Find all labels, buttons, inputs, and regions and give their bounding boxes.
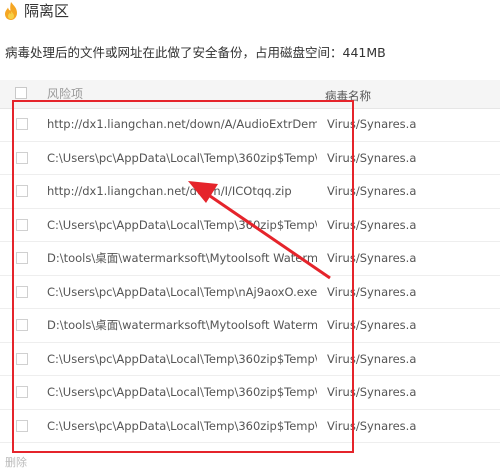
risk-item-path: D:\tools\桌面\watermarksoft\Mytoolsoft Wat… (47, 251, 317, 265)
virus-name: Virus/Synares.a (327, 117, 417, 131)
table-row[interactable]: C:\Users\pc\AppData\Local\Temp\360zip$Te… (0, 376, 500, 410)
virus-name: Virus/Synares.a (327, 318, 417, 332)
window-title: 隔离区 (24, 2, 70, 20)
delete-button[interactable]: 删除 (5, 456, 27, 470)
flame-icon (5, 2, 17, 20)
risk-item-path: http://dx1.liangchan.net/down/A/AudioExt… (47, 117, 317, 131)
virus-name: Virus/Synares.a (327, 251, 417, 265)
row-checkbox[interactable] (16, 252, 28, 264)
risk-item-path: C:\Users\pc\AppData\Local\Temp\360zip$Te… (47, 150, 317, 165)
risk-item-path: C:\Users\pc\AppData\Local\Temp\360zip$Te… (47, 217, 317, 232)
virus-name: Virus/Synares.a (327, 284, 417, 299)
row-checkbox[interactable] (16, 118, 28, 130)
risk-item-path: C:\Users\pc\AppData\Local\Temp\360zip$Te… (47, 418, 317, 433)
virus-name: Virus/Synares.a (327, 150, 417, 165)
row-checkbox[interactable] (16, 319, 28, 331)
virus-name: Virus/Synares.a (327, 184, 417, 198)
risk-item-path: http://dx1.liangchan.net/down/I/ICOtqq.z… (47, 184, 292, 198)
table-row[interactable]: D:\tools\桌面\watermarksoft\Mytoolsoft Wat… (0, 309, 500, 343)
risk-item-path: D:\tools\桌面\watermarksoft\Mytoolsoft Wat… (47, 318, 317, 332)
table-row[interactable]: C:\Users\pc\AppData\Local\Temp\nAj9aoxO.… (0, 276, 500, 309)
virus-name: Virus/Synares.a (327, 351, 417, 366)
table-row[interactable]: C:\Users\pc\AppData\Local\Temp\360zip$Te… (0, 410, 500, 443)
virus-name: Virus/Synares.a (327, 385, 417, 399)
column-header-virus[interactable]: 病毒名称 (325, 88, 485, 104)
table-header: 风险项 病毒名称 (0, 80, 500, 109)
risk-item-path: C:\Users\pc\AppData\Local\Temp\360zip$Te… (47, 385, 317, 399)
row-checkbox[interactable] (16, 218, 28, 231)
virus-name: Virus/Synares.a (327, 217, 417, 232)
quarantine-table: 风险项 病毒名称 http://dx1.liangchan.net/down/A… (0, 80, 500, 444)
table-row[interactable]: http://dx1.liangchan.net/down/I/ICOtqq.z… (0, 175, 500, 209)
risk-item-path: C:\Users\pc\AppData\Local\Temp\nAj9aoxO.… (47, 284, 317, 299)
quarantine-summary: 病毒处理后的文件或网址在此做了安全备份，占用磁盘空间：441MB (5, 45, 386, 60)
row-checkbox[interactable] (16, 285, 28, 298)
column-header-risk[interactable]: 风险项 (47, 86, 83, 102)
titlebar: 隔离区 (0, 0, 500, 30)
row-checkbox[interactable] (16, 185, 28, 197)
virus-name: Virus/Synares.a (327, 418, 417, 433)
table-row[interactable]: C:\Users\pc\AppData\Local\Temp\360zip$Te… (0, 343, 500, 376)
table-row[interactable]: C:\Users\pc\AppData\Local\Temp\360zip$Te… (0, 142, 500, 175)
risk-item-path: C:\Users\pc\AppData\Local\Temp\360zip$Te… (47, 351, 317, 366)
table-row[interactable]: http://dx1.liangchan.net/down/A/AudioExt… (0, 108, 500, 142)
table-body: http://dx1.liangchan.net/down/A/AudioExt… (0, 108, 500, 443)
row-checkbox[interactable] (16, 151, 28, 164)
row-checkbox[interactable] (16, 352, 28, 365)
table-row[interactable]: D:\tools\桌面\watermarksoft\Mytoolsoft Wat… (0, 242, 500, 276)
row-checkbox[interactable] (16, 386, 28, 398)
table-row[interactable]: C:\Users\pc\AppData\Local\Temp\360zip$Te… (0, 209, 500, 242)
select-all-checkbox[interactable] (15, 87, 27, 99)
row-checkbox[interactable] (16, 419, 28, 432)
